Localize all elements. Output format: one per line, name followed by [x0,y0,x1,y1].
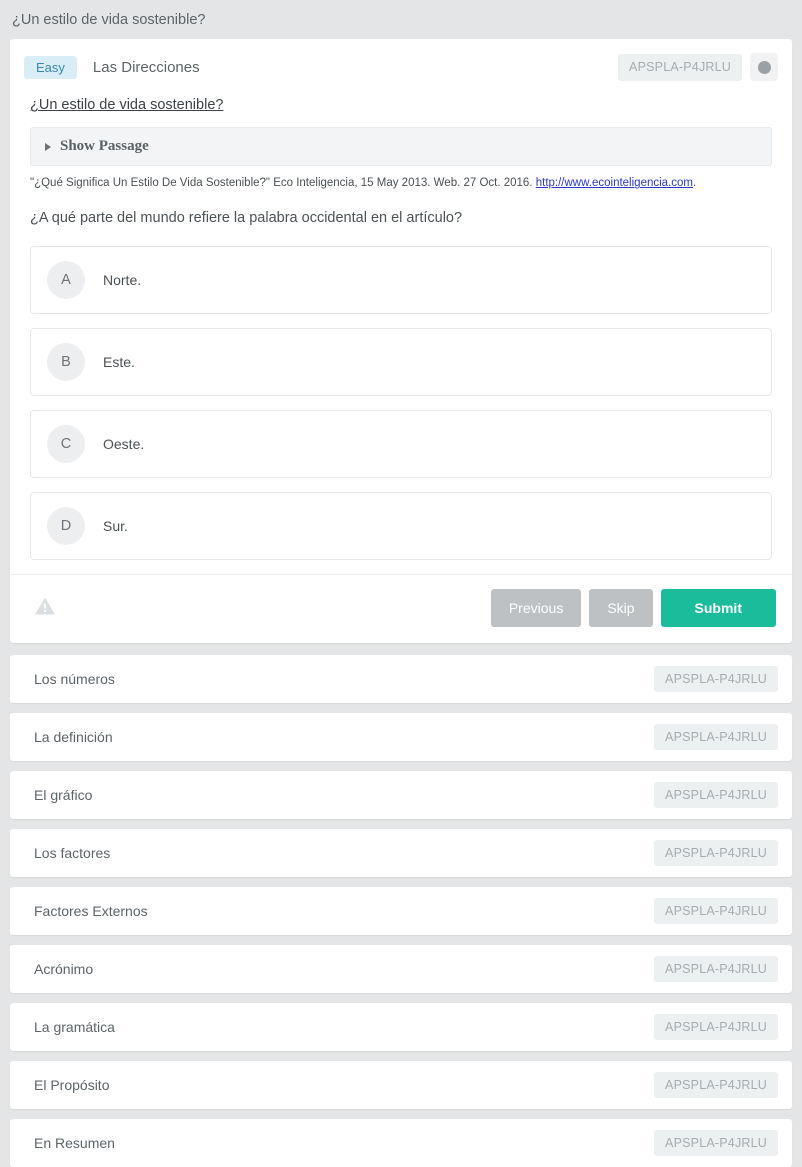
option-letter: A [47,261,85,300]
question-list: Los números APSPLA-P4JRLU La definición … [0,655,802,1167]
list-item[interactable]: Los números APSPLA-P4JRLU [10,655,792,704]
option-letter: B [47,343,85,382]
header-right-group: APSPLA-P4JRLU [618,53,778,82]
list-item-code-badge: APSPLA-P4JRLU [654,781,778,809]
answer-option[interactable]: C Oeste. [30,410,772,479]
list-item[interactable]: La definición APSPLA-P4JRLU [10,713,792,762]
option-letter: C [47,425,85,464]
warning-triangle-icon [34,596,56,621]
list-item-label: Los números [34,671,115,688]
submit-button[interactable]: Submit [660,589,776,628]
list-item-label: Acrónimo [34,961,94,978]
triangle-right-icon [45,142,51,151]
answer-options: A Norte. B Este. C Oeste. D Sur. [10,230,792,561]
list-item[interactable]: El gráfico APSPLA-P4JRLU [10,771,792,820]
list-item[interactable]: Factores Externos APSPLA-P4JRLU [10,887,792,936]
list-item[interactable]: El Propósito APSPLA-P4JRLU [10,1061,792,1110]
list-item[interactable]: La gramática APSPLA-P4JRLU [10,1003,792,1052]
option-label: Este. [103,354,135,371]
list-item-label: El Propósito [34,1077,110,1094]
section-title: Las Direcciones [92,58,200,76]
skip-button[interactable]: Skip [589,589,653,628]
previous-button[interactable]: Previous [490,589,582,628]
page-title: ¿Un estilo de vida sostenible? [12,12,206,28]
option-label: Oeste. [103,436,145,453]
list-item-code-badge: APSPLA-P4JRLU [654,1013,778,1041]
citation-link[interactable]: http://www.ecointeligencia.com [536,177,693,189]
list-item-label: Los factores [34,845,111,862]
list-item[interactable]: Los factores APSPLA-P4JRLU [10,829,792,878]
citation-text-after: . [692,177,697,190]
list-item-code-badge: APSPLA-P4JRLU [654,897,778,925]
show-passage-toggle[interactable]: Show Passage [30,127,772,167]
list-item[interactable]: En Resumen APSPLA-P4JRLU [10,1119,792,1167]
citation: "¿Qué Significa Un Estilo De Vida Sosten… [10,166,792,192]
show-passage-label: Show Passage [60,138,149,155]
list-item-label: La gramática [34,1019,115,1036]
list-item-code-badge: APSPLA-P4JRLU [654,839,778,867]
action-bar: Previous Skip Submit [10,574,792,643]
list-item-code-badge: APSPLA-P4JRLU [654,723,778,751]
difficulty-badge: Easy [24,55,77,79]
answer-option[interactable]: B Este. [30,328,772,397]
circle-dot-icon [757,60,771,74]
action-buttons: Previous Skip Submit [490,589,776,628]
question-set-link[interactable]: ¿Un estilo de vida sostenible? [10,85,792,117]
question-card: Easy Las Direcciones APSPLA-P4JRLU ¿Un e… [10,39,792,644]
answer-option[interactable]: D Sur. [30,492,772,561]
option-label: Sur. [103,518,128,535]
option-label: Norte. [103,272,142,289]
option-letter: D [47,507,85,546]
list-item-label: El gráfico [34,787,93,804]
list-item-code-badge: APSPLA-P4JRLU [654,955,778,983]
circle-dot-icon-button[interactable] [750,53,778,82]
answer-option[interactable]: A Norte. [30,246,772,315]
list-item[interactable]: Acrónimo APSPLA-P4JRLU [10,945,792,994]
assignment-code-badge: APSPLA-P4JRLU [618,54,742,81]
question-text: ¿A qué parte del mundo refiere la palabr… [30,210,463,227]
list-item-code-badge: APSPLA-P4JRLU [654,1129,778,1157]
list-item-label: La definición [34,729,113,746]
citation-text: "¿Qué Significa Un Estilo De Vida Sosten… [30,177,536,190]
question-card-header: Easy Las Direcciones APSPLA-P4JRLU [10,39,792,85]
list-item-label: En Resumen [34,1135,115,1152]
list-item-code-badge: APSPLA-P4JRLU [654,665,778,693]
page-root: ¿Un estilo de vida sostenible? Easy Las … [0,0,802,1167]
list-item-code-badge: APSPLA-P4JRLU [654,1071,778,1099]
list-item-label: Factores Externos [34,903,148,920]
